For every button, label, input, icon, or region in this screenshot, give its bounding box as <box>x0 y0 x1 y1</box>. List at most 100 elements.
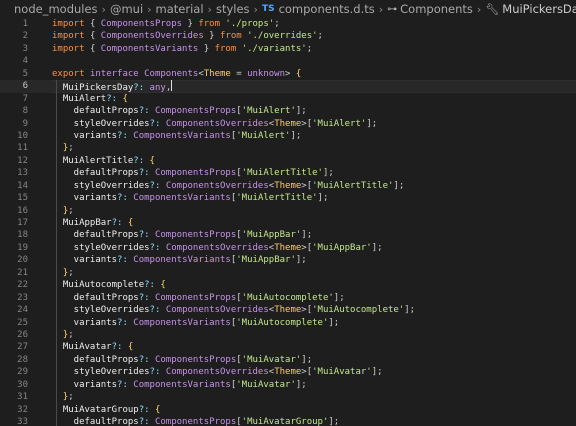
code-line[interactable]: 12 MuiAlertTitle?: { <box>0 154 576 168</box>
code-token: ; <box>274 19 280 29</box>
code-line[interactable]: 21 }; <box>0 266 576 280</box>
code-line[interactable]: 15 variants?: ComponentsVariants['MuiAle… <box>0 192 576 205</box>
code-token: ?: <box>117 255 134 266</box>
line-number: 23 <box>17 292 28 303</box>
chevron-right-icon: › <box>253 2 258 16</box>
code-token: ?: <box>138 106 155 117</box>
code-line[interactable]: 2 import { ComponentsOverrides } from './… <box>0 30 576 42</box>
code-token: 'MuiAppBar' <box>236 255 296 266</box>
breadcrumb-item-styles[interactable]: styles <box>216 2 250 16</box>
code-editor[interactable]: node_modules › @mui › material › styles … <box>0 0 576 426</box>
code-line[interactable]: 18 defaultProps?: ComponentsProps['MuiAp… <box>0 229 576 242</box>
code-line[interactable]: 23 defaultProps?: ComponentsProps['MuiAu… <box>0 291 576 305</box>
code-token: Components <box>144 68 199 79</box>
line-number: 21 <box>17 267 28 278</box>
code-line[interactable]: 26 }; <box>0 328 576 342</box>
code-line[interactable]: 19 styleOverrides?: ComponentsOverrides<… <box>0 241 576 255</box>
code-line[interactable]: 14 styleOverrides?: ComponentsOverrides<… <box>0 179 576 193</box>
code-token: ComponentsOverrides <box>100 31 204 42</box>
code-token: >[ <box>301 180 313 191</box>
code-line[interactable]: 3 import { ComponentsVariants } from './v… <box>0 43 576 55</box>
code-line[interactable]: 8 defaultProps?: ComponentsProps['MuiAle… <box>0 105 576 118</box>
code-token: ?: <box>111 218 128 228</box>
code-line[interactable]: 28 defaultProps?: ComponentsProps['MuiAv… <box>0 353 576 367</box>
code-text: variants?: ComponentsVariants['MuiAppBar… <box>52 254 307 266</box>
line-number: 30 <box>17 379 28 390</box>
code-token: 'MuiAvatar' <box>241 354 302 365</box>
code-token: MuiAlert <box>52 93 107 104</box>
code-token: ComponentsVariants <box>133 317 231 328</box>
code-token: styleOverrides <box>52 118 150 129</box>
line-number: 6 <box>22 81 28 92</box>
breadcrumb-item-mui[interactable]: @mui <box>110 2 143 16</box>
line-number: 3 <box>22 43 28 54</box>
breadcrumb-item-components[interactable]: Components <box>400 2 473 16</box>
code-line[interactable]: 7 MuiAlert?: { <box>0 92 576 106</box>
code-token: 'MuiAutocomplete' <box>236 317 329 328</box>
code-token: 'MuiAlertTitle' <box>312 180 394 191</box>
code-token: ]; <box>295 379 307 390</box>
code-line[interactable]: 20 variants?: ComponentsVariants['MuiApp… <box>0 254 576 267</box>
code-token: >[ <box>301 242 313 253</box>
code-line[interactable]: 31 }; <box>0 391 576 404</box>
breadcrumb-item-node-modules[interactable]: node_modules <box>14 2 98 16</box>
code-line[interactable]: 10 variants?: ComponentsVariants['MuiAle… <box>0 129 576 143</box>
code-line[interactable]: 1 import { ComponentsProps } from './prop… <box>0 18 576 30</box>
breadcrumb-item-material[interactable]: material <box>156 2 204 16</box>
code-line[interactable]: 16 }; <box>0 204 576 217</box>
code-token: ?: <box>138 354 155 365</box>
code-token: { <box>127 218 134 228</box>
code-token: variants <box>52 255 118 266</box>
code-text: defaultProps?: ComponentsProps['MuiAlert… <box>52 105 307 117</box>
code-line[interactable]: 5 export interface Components<Theme = unk… <box>0 68 576 80</box>
code-token: } <box>52 267 69 278</box>
code-token: ; <box>306 43 313 54</box>
code-text: MuiAlertTitle?: { <box>52 155 155 167</box>
line-number: 9 <box>22 118 28 129</box>
breadcrumb-item-file[interactable]: components.d.ts <box>279 2 375 16</box>
code-line[interactable]: 27 MuiAvatar?: { <box>0 341 576 354</box>
code-token: ComponentsOverrides <box>165 118 269 129</box>
code-line[interactable]: 11 }; <box>0 142 576 155</box>
code-token: ComponentsProps <box>154 168 237 179</box>
code-token: { <box>149 155 155 166</box>
code-line[interactable]: 33 defaultProps?: ComponentsProps['MuiAv… <box>0 416 576 426</box>
code-line[interactable]: 25 variants?: ComponentsVariants['MuiAut… <box>0 316 576 329</box>
breadcrumb-item-mui-pickers-day[interactable]: MuiPickersDay <box>502 2 576 16</box>
code-line[interactable]: 4 <box>0 55 576 67</box>
code-text: styleOverrides?: ComponentsOverrides<The… <box>52 366 383 378</box>
chevron-right-icon: › <box>378 2 384 16</box>
code-token: ]; <box>371 242 383 253</box>
code-token: Theme <box>274 305 302 316</box>
code-line[interactable]: 24 styleOverrides?: ComponentsOverrides<… <box>0 304 576 317</box>
code-token: styleOverrides <box>52 367 150 378</box>
code-token: ComponentsVariants <box>133 255 231 266</box>
code-token: Theme <box>203 68 231 79</box>
code-token: { <box>160 280 166 291</box>
code-token: { <box>89 43 101 54</box>
code-token: } <box>52 329 69 340</box>
code-line[interactable]: 32 MuiAvatarGroup?: { <box>0 403 576 416</box>
line-number: 25 <box>17 317 28 328</box>
typescript-file-icon: TS <box>261 4 275 14</box>
code-token: ?: <box>149 180 166 191</box>
code-area[interactable]: 1 import { ComponentsProps } from './prop… <box>0 18 576 426</box>
code-line[interactable]: 6 MuiPickersDay?: any, <box>0 80 576 93</box>
code-token: defaultProps <box>52 292 139 303</box>
code-line[interactable]: 29 styleOverrides?: ComponentsOverrides<… <box>0 366 576 379</box>
code-token: MuiAlertTitle <box>52 155 134 166</box>
code-text: defaultProps?: ComponentsProps['MuiAvata… <box>52 354 312 366</box>
line-number: 1 <box>22 19 28 29</box>
code-line[interactable]: 9 styleOverrides?: ComponentsOverrides<T… <box>0 117 576 130</box>
code-token: } <box>203 31 220 42</box>
code-line[interactable]: 17 MuiAppBar?: { <box>0 217 576 230</box>
code-line[interactable]: 30 variants?: ComponentsVariants['MuiAva… <box>0 378 576 392</box>
code-line[interactable]: 22 MuiAutocomplete?: { <box>0 279 576 292</box>
code-token: ComponentsOverrides <box>165 305 269 316</box>
code-token: ComponentsProps <box>154 354 237 365</box>
code-line[interactable]: 13 defaultProps?: ComponentsProps['MuiAl… <box>0 167 576 180</box>
line-number: 11 <box>17 143 28 154</box>
line-number: 5 <box>22 68 28 79</box>
code-token: ; <box>68 267 74 278</box>
code-token: { <box>122 93 128 104</box>
